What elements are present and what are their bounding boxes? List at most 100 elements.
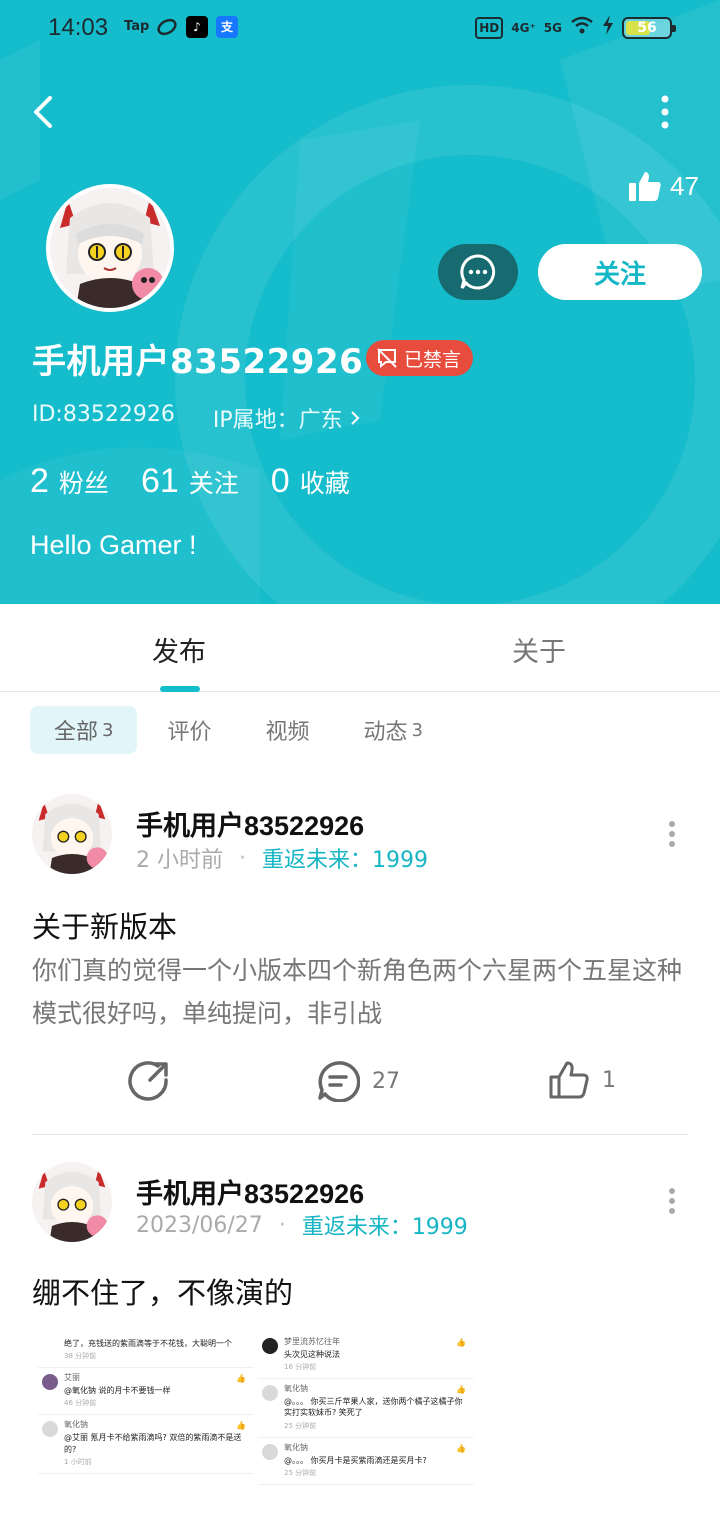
post-title[interactable]: 关于新版本 bbox=[32, 904, 177, 946]
more-vertical-icon bbox=[669, 821, 675, 847]
status-app-icons: Tap ♪ 支 bbox=[124, 16, 238, 38]
comment-text: @氧化钠 说的月卡不要钱一样 bbox=[64, 1386, 171, 1396]
ip-location[interactable]: IP属地：广东 bbox=[213, 402, 361, 434]
user-id: ID:83522926 bbox=[32, 402, 175, 427]
profile-likes[interactable]: 47 bbox=[628, 170, 699, 202]
muted-status-badge: 已禁言 bbox=[366, 340, 474, 376]
filter-moments[interactable]: 动态 3 bbox=[340, 706, 447, 754]
post-author-avatar[interactable] bbox=[32, 1162, 112, 1242]
content-filter-bar: 全部 3 评价 视频 动态 3 bbox=[30, 706, 453, 754]
thumbs-up-icon: 👍 bbox=[456, 1443, 466, 1453]
stat-followers[interactable]: 2 粉丝 bbox=[30, 462, 109, 501]
charging-icon bbox=[602, 15, 614, 40]
ip-location-label: IP属地：广东 bbox=[212, 408, 343, 433]
profile-avatar[interactable] bbox=[46, 184, 174, 312]
profile-bio: Hello Gamer ! bbox=[30, 530, 197, 560]
screenshot-comment: 梦里流苏忆往年 头次见这种说法 16 分钟前 👍 bbox=[258, 1332, 474, 1380]
post-author-name[interactable]: 手机用户83522926 bbox=[136, 1172, 364, 1211]
commenter-avatar bbox=[262, 1443, 278, 1460]
muted-chat-icon bbox=[377, 348, 397, 368]
profile-username: 手机用户83522926 bbox=[32, 342, 364, 382]
post-author-avatar[interactable] bbox=[32, 794, 112, 874]
follow-button[interactable]: 关注 bbox=[538, 244, 702, 300]
commenter-name: 氧化钠 bbox=[64, 1420, 88, 1430]
commenter-avatar bbox=[262, 1385, 278, 1402]
post-divider bbox=[32, 1134, 688, 1135]
back-arrow-icon bbox=[34, 96, 52, 128]
thumbs-up-icon: 👍 bbox=[236, 1421, 246, 1431]
comment-time: 25 分钟前 bbox=[284, 1468, 317, 1477]
back-button[interactable] bbox=[26, 90, 66, 134]
muted-badge-label: 已禁言 bbox=[404, 348, 462, 371]
thumbs-up-icon: 👍 bbox=[456, 1385, 466, 1395]
filter-all[interactable]: 全部 3 bbox=[30, 706, 138, 754]
comment-text: 头次见这种说法 bbox=[284, 1350, 340, 1359]
commenter-avatar bbox=[42, 1421, 58, 1438]
post-game-tag[interactable]: 重返未来：1999 bbox=[262, 842, 428, 874]
commenter-avatar bbox=[42, 1374, 58, 1391]
wifi-icon bbox=[570, 16, 594, 39]
message-button[interactable] bbox=[438, 244, 518, 300]
stat-following[interactable]: 61 关注 bbox=[141, 462, 239, 501]
stat-number: 0 bbox=[270, 462, 290, 500]
screenshot-comment: 艾丽 @氧化钠 说的月卡不要钱一样 46 分钟前 👍 bbox=[38, 1368, 254, 1416]
post-image-screenshot[interactable]: 绝了，充钱送的紫雨滴等于不花钱，大聪明一个 38 分钟前 艾丽 @氧化钠 说的月… bbox=[38, 1332, 254, 1521]
post-more-button[interactable] bbox=[660, 1183, 684, 1219]
commenter-name: 梦里流苏忆往年 bbox=[284, 1337, 340, 1346]
post-meta: 2 小时前 · 重返未来：1999 bbox=[136, 842, 428, 874]
status-time: 14:03 bbox=[48, 14, 109, 41]
share-button[interactable] bbox=[128, 1060, 170, 1102]
post-time: 2 小时前 bbox=[136, 848, 223, 873]
more-vertical-icon bbox=[669, 1188, 675, 1214]
tiktok-icon: ♪ bbox=[186, 16, 208, 38]
comment-time: 1 小时前 bbox=[64, 1457, 92, 1466]
like-button[interactable]: 1 bbox=[548, 1060, 616, 1100]
post-author-name[interactable]: 手机用户83522926 bbox=[136, 804, 364, 843]
anime-character-avatar bbox=[32, 1162, 112, 1242]
meta-separator: · bbox=[239, 845, 246, 871]
tab-posts[interactable]: 发布 bbox=[152, 630, 206, 669]
post-meta: 2023/06/27 · 重返未来：1999 bbox=[136, 1209, 468, 1241]
filter-videos[interactable]: 视频 bbox=[241, 706, 333, 754]
more-options-button[interactable] bbox=[650, 92, 680, 132]
stat-favorites[interactable]: 0 收藏 bbox=[271, 462, 350, 501]
comment-text: @。。。 你买三斤苹果人家，送你两个橘子这橘子你实打实软妹币? 笑死了 bbox=[284, 1397, 463, 1418]
tab-about[interactable]: 关于 bbox=[512, 630, 566, 669]
thumbs-up-icon bbox=[629, 172, 661, 201]
comment-time: 25 分钟前 bbox=[284, 1421, 317, 1430]
post-game-tag[interactable]: 重返未来：1999 bbox=[302, 1209, 468, 1241]
comment-icon bbox=[318, 1061, 360, 1102]
status-bar: 14:03 Tap ♪ 支 HD 4G⁺ 5G 56 bbox=[0, 0, 720, 56]
post-body[interactable]: 你们真的觉得一个小版本四个新角色两个六星两个五星这种模式很好吗，单纯提问，非引战 bbox=[32, 950, 692, 1035]
anime-character-avatar bbox=[32, 794, 112, 874]
anime-character-avatar bbox=[50, 188, 170, 308]
comment-time: 46 分钟前 bbox=[64, 1399, 97, 1408]
more-vertical-icon bbox=[661, 95, 669, 129]
chevron-right-icon bbox=[350, 411, 360, 425]
post-title[interactable]: 绷不住了，不像演的 bbox=[32, 1270, 293, 1312]
filter-label: 动态 bbox=[363, 720, 408, 745]
thumbs-up-outline-icon bbox=[549, 1061, 589, 1099]
hd-icon: HD bbox=[475, 16, 504, 39]
comment-time: 38 分钟前 bbox=[64, 1352, 97, 1361]
like-count: 1 bbox=[602, 1067, 616, 1093]
commenter-avatar bbox=[262, 1338, 278, 1354]
signal-5g-icon: 5G bbox=[543, 20, 562, 35]
commenter-name: 氧化钠 bbox=[284, 1442, 308, 1452]
profile-tabs: 发布 关于 bbox=[0, 604, 720, 692]
chat-bubble-icon bbox=[460, 254, 496, 290]
screenshot-comment: 绝了，充钱送的紫雨滴等于不花钱，大聪明一个 38 分钟前 bbox=[38, 1332, 254, 1369]
post-image-screenshot[interactable]: 梦里流苏忆往年 头次见这种说法 16 分钟前 👍 氧化钠 @。。。 你买三斤苹果… bbox=[258, 1332, 474, 1521]
screenshot-comment: 氧化钠 @。。。 你买月卡是买紫雨滴还是买月卡? 25 分钟前 👍 bbox=[258, 1438, 474, 1485]
comment-button[interactable]: 27 bbox=[316, 1060, 400, 1102]
battery-tip bbox=[672, 24, 676, 32]
status-system-icons: HD 4G⁺ 5G 56 bbox=[475, 15, 676, 40]
stat-label: 收藏 bbox=[299, 469, 350, 498]
comment-time: 16 分钟前 bbox=[284, 1363, 317, 1372]
profile-id-row: ID:83522926 IP属地：广东 bbox=[32, 402, 361, 434]
filter-reviews[interactable]: 评价 bbox=[143, 706, 235, 754]
commenter-name: 氧化钠 bbox=[284, 1384, 308, 1394]
post-more-button[interactable] bbox=[660, 816, 684, 852]
post-time: 2023/06/27 bbox=[136, 1212, 263, 1238]
stat-label: 粉丝 bbox=[58, 469, 109, 498]
